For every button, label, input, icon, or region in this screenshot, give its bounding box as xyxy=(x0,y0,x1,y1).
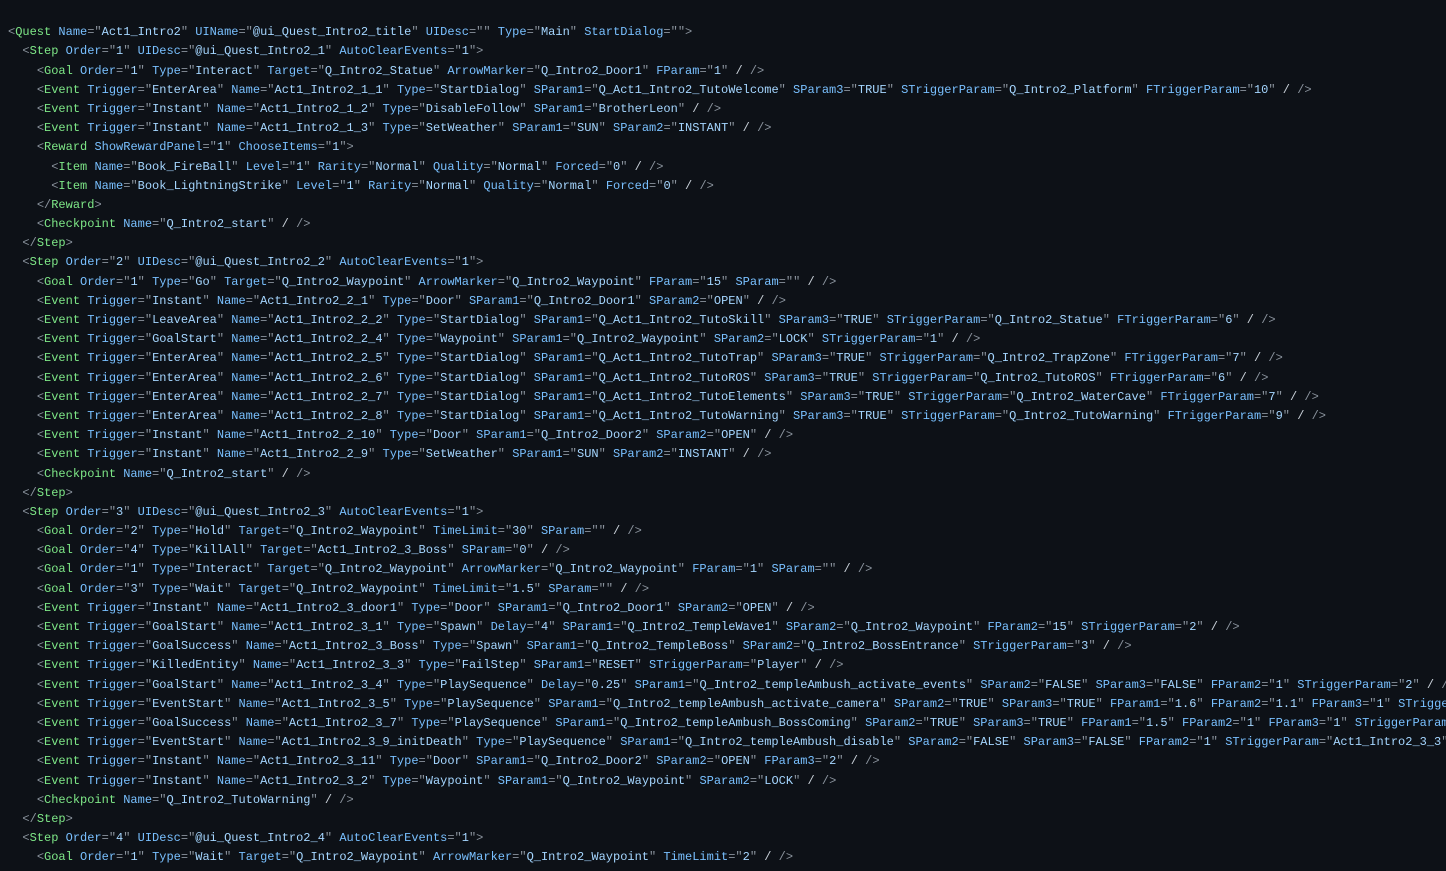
line: <Quest Name="Act1_Intro2" UIName="@ui_Qu… xyxy=(8,23,1438,42)
line: <Event Trigger="EventStart" Name="Act1_I… xyxy=(8,733,1438,752)
line: <Event Trigger="EnterArea" Name="Act1_In… xyxy=(8,349,1438,368)
line: <Step Order="1" UIDesc="@ui_Quest_Intro2… xyxy=(8,42,1438,61)
line: <Event Trigger="GoalSuccess" Name="Act1_… xyxy=(8,637,1438,656)
line: <Event Trigger="EnterArea" Name="Act1_In… xyxy=(8,407,1438,426)
line: <Goal Order="1" Type="Wait" Target="Q_In… xyxy=(8,848,1438,867)
line: <Goal Order="1" Type="Interact" Target="… xyxy=(8,62,1438,81)
line: <Event Trigger="Instant" Name="Act1_Intr… xyxy=(8,752,1438,771)
line: <Event Trigger="Instant" Name="Act1_Intr… xyxy=(8,445,1438,464)
line: <Event Trigger="EnterArea" Name="Act1_In… xyxy=(8,369,1438,388)
line: <Goal Order="2" Type="Hold" Target="Q_In… xyxy=(8,522,1438,541)
line: <Event Trigger="EventStart" Name="Act1_I… xyxy=(8,695,1438,714)
line: <Event Trigger="Instant" Name="Act1_Intr… xyxy=(8,426,1438,445)
line: <Checkpoint Name="Q_Intro2_TutoWarning" … xyxy=(8,791,1438,810)
line: <Goal Order="1" Type="Interact" Target="… xyxy=(8,560,1438,579)
line: </Step> xyxy=(8,484,1438,503)
line: <Step Order="4" UIDesc="@ui_Quest_Intro2… xyxy=(8,829,1438,848)
line: <Event Trigger="GoalStart" Name="Act1_In… xyxy=(8,618,1438,637)
line: </Step> xyxy=(8,810,1438,829)
line: <Event Trigger="Instant" Name="Act1_Intr… xyxy=(8,772,1438,791)
line: <Event Trigger="Instant" Name="Act1_Intr… xyxy=(8,119,1438,138)
line: <Goal Order="4" Type="KillAll" Target="A… xyxy=(8,541,1438,560)
line: <Event Trigger="KilledEntity" Name="Act1… xyxy=(8,656,1438,675)
code-container: <Quest Name="Act1_Intro2" UIName="@ui_Qu… xyxy=(0,0,1446,871)
line: <Event Trigger="GoalSuccess" Name="Act1_… xyxy=(8,714,1438,733)
line: <Event Trigger="Instant" Name="Act1_Intr… xyxy=(8,599,1438,618)
line: <Event Trigger="LeaveArea" Name="Act1_In… xyxy=(8,311,1438,330)
line: <Event Trigger="Instant" Name="Act1_Intr… xyxy=(8,100,1438,119)
line: <Event Trigger="GoalStart" Name="Act1_In… xyxy=(8,676,1438,695)
line: <Goal Order="1" Type="Go" Target="Q_Intr… xyxy=(8,273,1438,292)
line: <Event Trigger="GoalStart" Name="Act1_In… xyxy=(8,330,1438,349)
line: <Reward ShowRewardPanel="1" ChooseItems=… xyxy=(8,138,1438,157)
line: <Checkpoint Name="Q_Intro2_start" / /> xyxy=(8,465,1438,484)
line: <Item Name="Book_FireBall" Level="1" Rar… xyxy=(8,158,1438,177)
line: <Event Trigger="EnterArea" Name="Act1_In… xyxy=(8,388,1438,407)
line: <Checkpoint Name="Q_Intro2_start" / /> xyxy=(8,215,1438,234)
line: <Goal Order="3" Type="Wait" Target="Q_In… xyxy=(8,580,1438,599)
line: </Step> xyxy=(8,234,1438,253)
line: <Step Order="2" UIDesc="@ui_Quest_Intro2… xyxy=(8,253,1438,272)
line: <Event Trigger="EnterArea" Name="Act1_In… xyxy=(8,81,1438,100)
line: <Event Trigger="Instant" Name="Act1_Intr… xyxy=(8,292,1438,311)
line: </Reward> xyxy=(8,196,1438,215)
line: <Item Name="Book_LightningStrike" Level=… xyxy=(8,177,1438,196)
line: <Step Order="3" UIDesc="@ui_Quest_Intro2… xyxy=(8,503,1438,522)
